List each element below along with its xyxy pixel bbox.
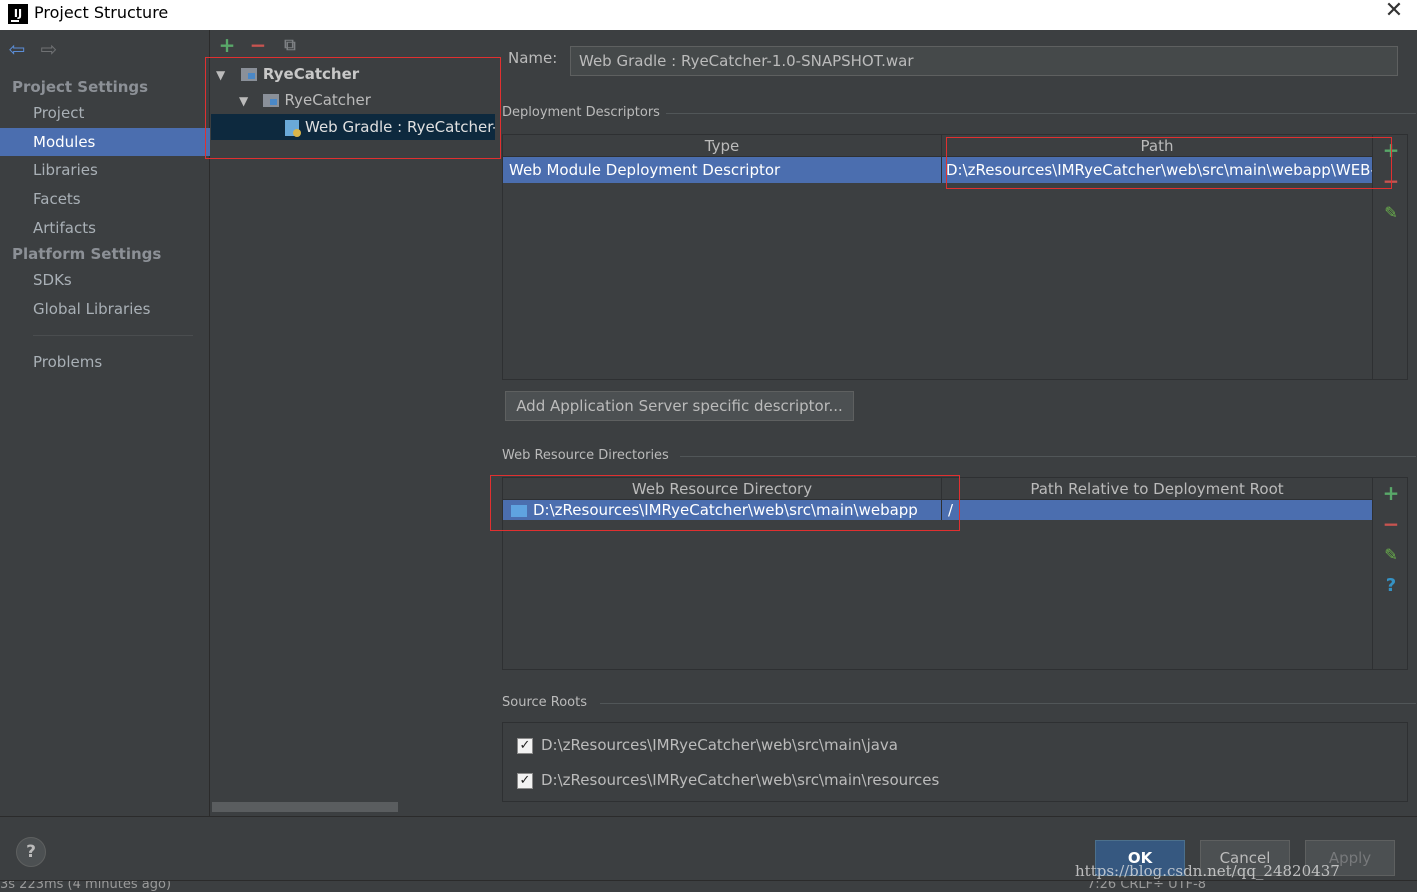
- column-header-type[interactable]: Type: [503, 135, 941, 157]
- relative-path-cell[interactable]: /: [942, 500, 1372, 520]
- status-indicators: 7:26 CRLF÷ UTF-8: [1087, 880, 1207, 892]
- deployment-descriptors-title: Deployment Descriptors: [502, 105, 660, 120]
- section-divider: [680, 456, 1416, 457]
- edit-pencil-icon[interactable]: ✎: [1381, 544, 1401, 566]
- back-arrow-icon[interactable]: ⇦: [6, 38, 28, 60]
- ide-status-bar: 3s 223ms (4 minutes ago) 7:26 CRLF÷ UTF-…: [0, 880, 1417, 892]
- settings-sidebar: ⇦ ⇨ Project Settings Project Modules Lib…: [0, 30, 210, 816]
- add-icon[interactable]: +: [1381, 482, 1401, 504]
- tree-toolbar: + − ⧉: [212, 30, 494, 60]
- source-root-path: D:\zResources\IMRyeCatcher\web\src\main\…: [541, 771, 940, 789]
- checkbox[interactable]: ✓: [517, 737, 533, 754]
- sidebar-divider: [33, 335, 193, 336]
- column-header-relative-path[interactable]: Path Relative to Deployment Root: [942, 478, 1372, 500]
- sidebar-item-facets[interactable]: Facets: [0, 185, 210, 213]
- sidebar-item-artifacts[interactable]: Artifacts: [0, 214, 210, 242]
- module-tree: ▼ RyeCatcher ▼ RyeCatcher Web Gradle : R…: [211, 60, 495, 816]
- status-message: 3s 223ms (4 minutes ago): [0, 880, 172, 892]
- highlight-box-tree: [205, 57, 501, 159]
- checkbox[interactable]: ✓: [517, 772, 533, 789]
- help-icon[interactable]: ?: [1381, 575, 1401, 597]
- source-roots-list: ✓ D:\zResources\IMRyeCatcher\web\src\main…: [502, 722, 1408, 802]
- section-divider: [600, 703, 1416, 704]
- help-button[interactable]: ?: [16, 837, 46, 867]
- highlight-box-web-resource: [490, 475, 960, 531]
- descriptor-type-cell[interactable]: Web Module Deployment Descriptor: [503, 157, 941, 183]
- add-icon[interactable]: +: [216, 34, 238, 56]
- section-divider: [666, 113, 1416, 114]
- highlight-box-path: [946, 137, 1392, 189]
- forward-arrow-icon[interactable]: ⇨: [38, 38, 60, 60]
- facet-details-panel: Name: Web Gradle : RyeCatcher-1.0-SNAPSH…: [490, 30, 1417, 816]
- sidebar-item-global-libraries[interactable]: Global Libraries: [0, 295, 210, 323]
- copy-icon[interactable]: ⧉: [279, 34, 301, 56]
- web-resource-directories-title: Web Resource Directories: [502, 448, 669, 463]
- intellij-logo-icon: IJ: [8, 4, 28, 24]
- watermark: https://blog.csdn.net/qq_24820437: [1075, 862, 1340, 880]
- add-server-descriptor-button[interactable]: Add Application Server specific descript…: [505, 391, 854, 421]
- sidebar-item-problems[interactable]: Problems: [0, 348, 210, 376]
- name-field[interactable]: Web Gradle : RyeCatcher-1.0-SNAPSHOT.war: [570, 46, 1398, 76]
- source-roots-title: Source Roots: [502, 695, 588, 710]
- name-label: Name:: [508, 49, 558, 67]
- web-resource-tools: + − ✎ ?: [1372, 478, 1408, 669]
- sidebar-item-libraries[interactable]: Libraries: [0, 156, 210, 184]
- close-icon[interactable]: ✕: [1380, 0, 1408, 24]
- platform-settings-header: Platform Settings: [12, 245, 162, 263]
- remove-icon[interactable]: −: [1381, 513, 1401, 535]
- sidebar-item-project[interactable]: Project: [0, 99, 210, 127]
- edit-pencil-icon[interactable]: ✎: [1381, 202, 1401, 224]
- tree-horizontal-scrollbar[interactable]: [212, 802, 398, 812]
- title-bar: IJ Project Structure ✕: [0, 0, 1417, 30]
- window-title: Project Structure: [34, 3, 169, 22]
- source-root-item[interactable]: ✓ D:\zResources\IMRyeCatcher\web\src\main…: [517, 734, 898, 756]
- project-settings-header: Project Settings: [12, 78, 149, 96]
- source-root-item[interactable]: ✓ D:\zResources\IMRyeCatcher\web\src\main…: [517, 769, 939, 791]
- source-root-path: D:\zResources\IMRyeCatcher\web\src\main\…: [541, 736, 898, 754]
- sidebar-item-sdks[interactable]: SDKs: [0, 266, 210, 294]
- sidebar-item-modules[interactable]: Modules: [0, 128, 210, 156]
- remove-icon[interactable]: −: [247, 34, 269, 56]
